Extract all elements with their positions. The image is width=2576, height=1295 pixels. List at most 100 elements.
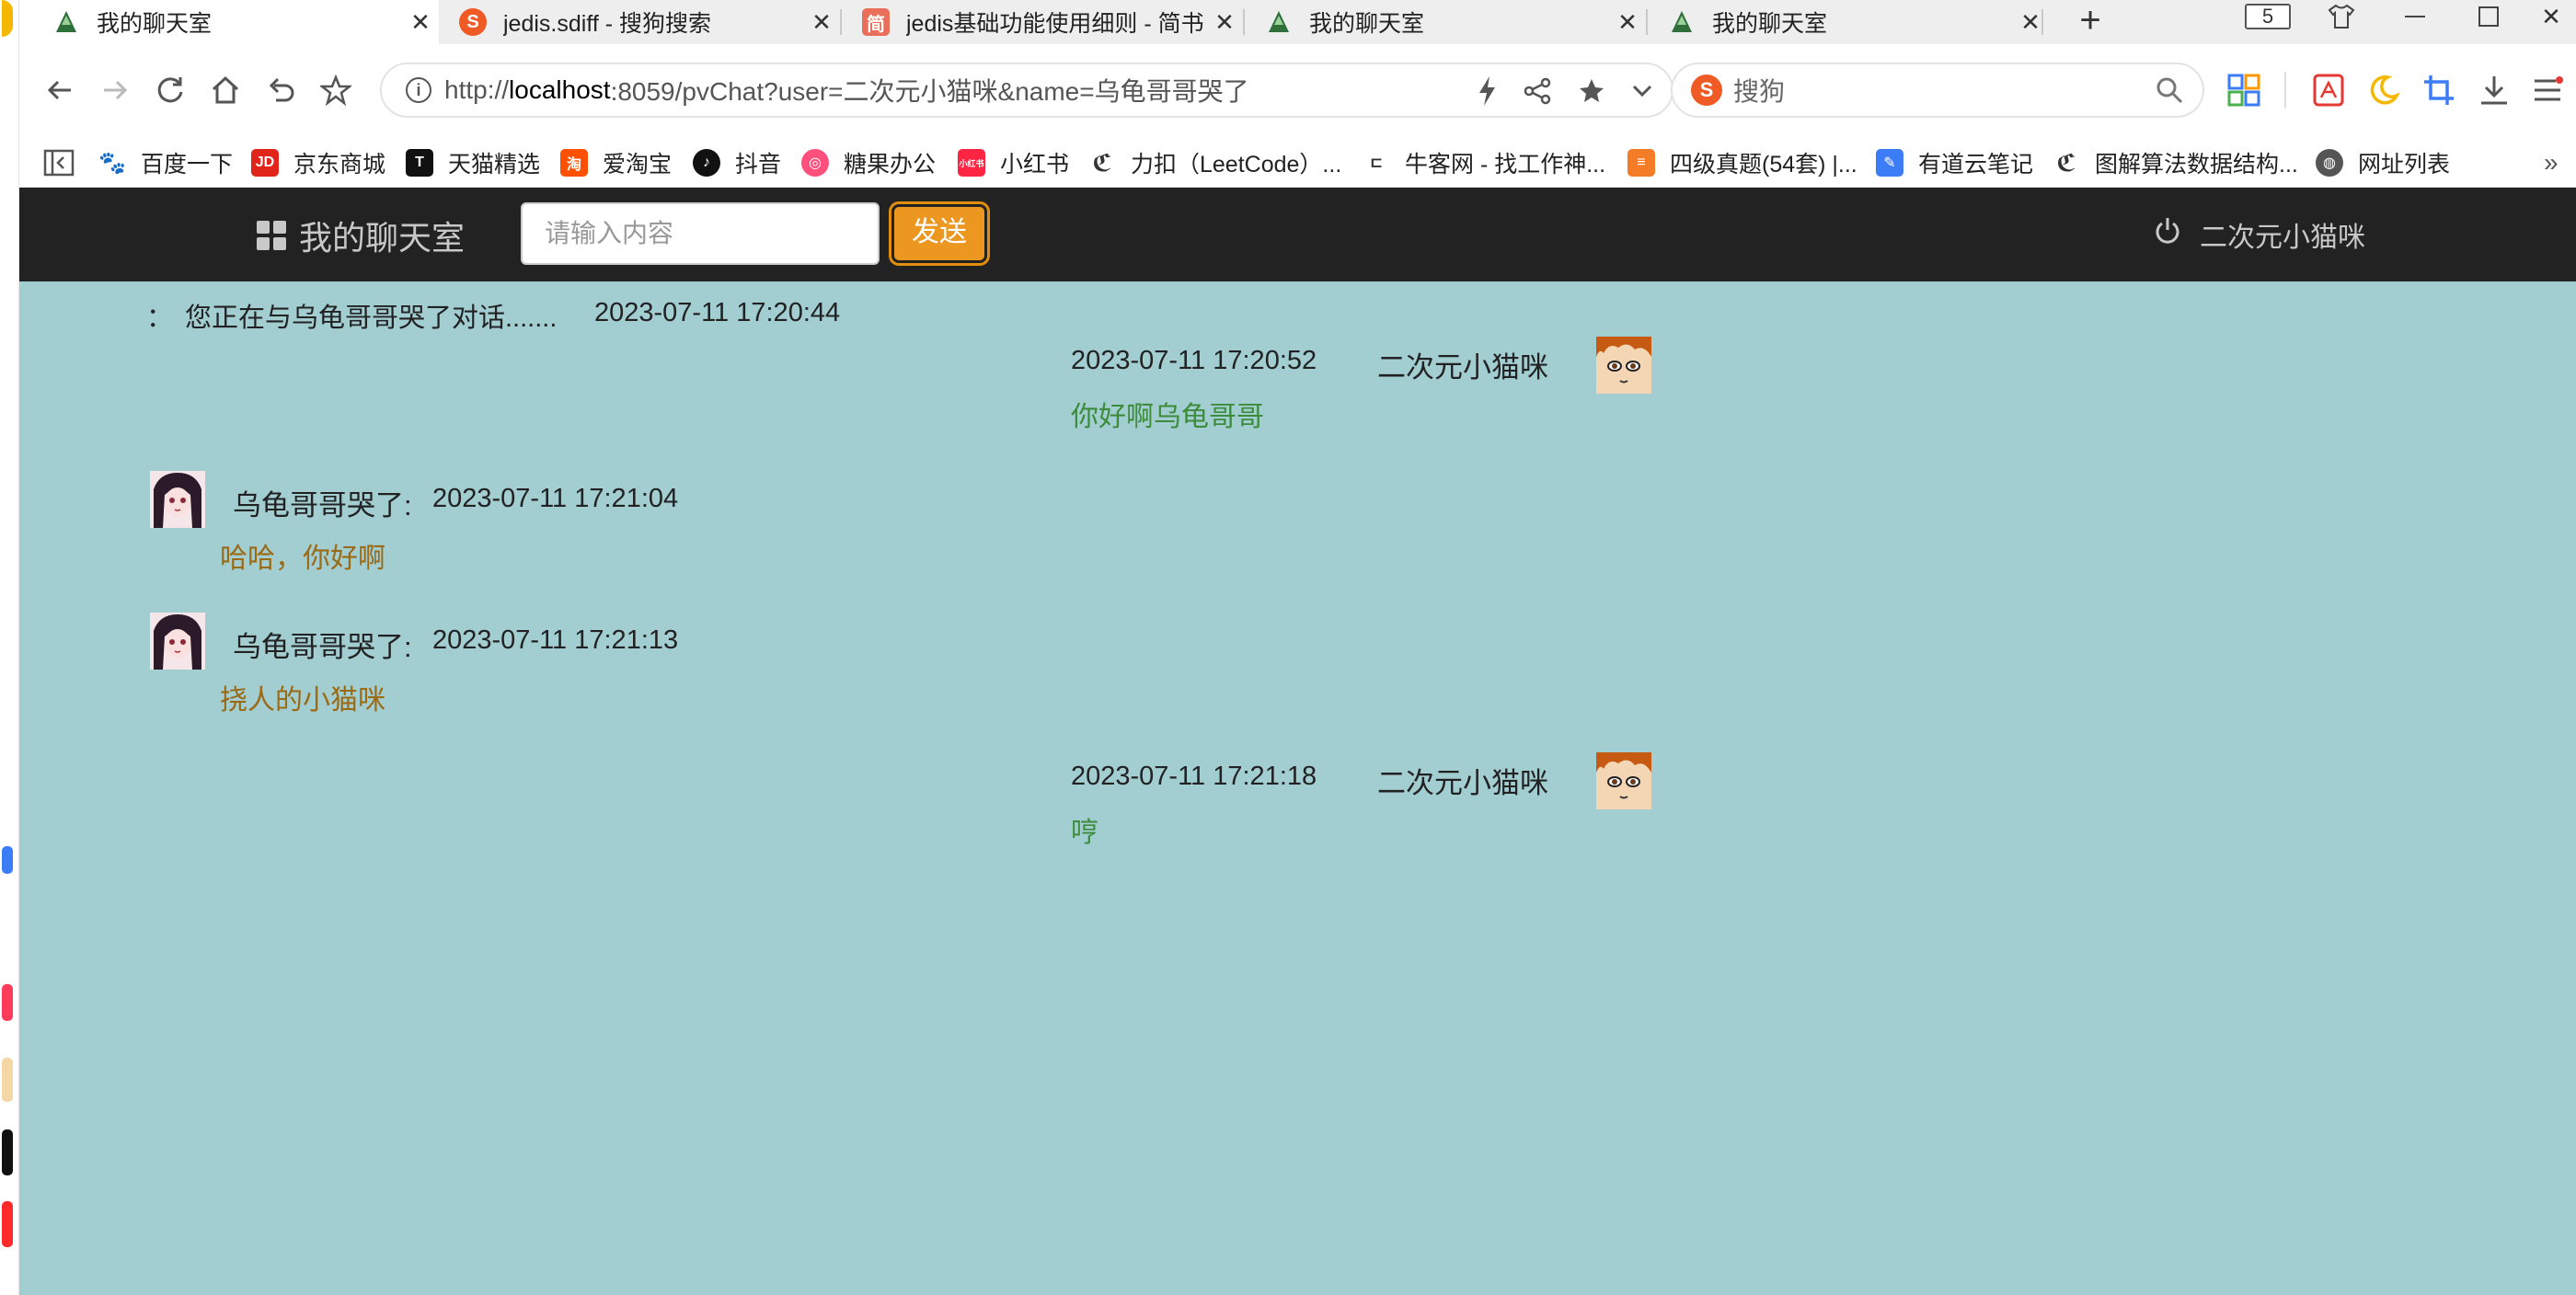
tab-chatroom-3[interactable]: 我的聊天室 ✕	[1648, 0, 2049, 44]
bookmark-label: 牛客网 - 找工作神...	[1405, 152, 1606, 178]
message-sender: 乌龟哥哥哭了:	[233, 631, 412, 663]
bookmark-tmall[interactable]: T 天猫精选	[406, 145, 540, 180]
night-mode-icon[interactable]	[2365, 72, 2402, 109]
apps-grid-icon[interactable]	[2225, 72, 2262, 109]
leetcode-icon: ℭ	[1092, 148, 1112, 177]
avatar	[1596, 752, 1651, 809]
favorite-star-icon[interactable]	[316, 70, 356, 110]
sogou-logo-icon: S	[1691, 74, 1722, 106]
avatar	[150, 471, 205, 528]
tab-jianshu[interactable]: 简 jedis基础功能使用细则 - 简书 ✕	[842, 0, 1243, 44]
crop-screenshot-icon[interactable]	[2421, 72, 2457, 109]
reload-icon[interactable]	[150, 70, 190, 110]
tab-title: 我的聊天室	[97, 11, 213, 37]
tab-count: 5	[2245, 4, 2291, 29]
bookmark-label: 百度一下	[141, 152, 234, 178]
bookmark-candy[interactable]: ◎ 糖果办公	[801, 145, 936, 180]
bookmark-taobao[interactable]: 淘 爱淘宝	[560, 145, 672, 180]
tmall-icon: T	[406, 149, 433, 177]
forward-icon[interactable]	[95, 70, 135, 110]
browser-toolbar: i http://localhost:8059/pvChat?user=二次元小…	[19, 44, 2576, 138]
chevron-down-icon[interactable]	[1631, 75, 1653, 113]
power-icon	[2154, 216, 2181, 253]
jianshu-favicon-icon: 简	[862, 8, 890, 36]
tab-chatroom-1[interactable]: 我的聊天室 ✕	[19, 0, 439, 44]
close-window-icon[interactable]: ✕	[2524, 0, 2576, 33]
sogou-favicon-icon: S	[459, 8, 487, 36]
current-user-name: 二次元小猫咪	[2200, 223, 2365, 253]
baidu-icon: 🐾	[98, 150, 126, 176]
bookmark-label: 力扣（LeetCode）...	[1131, 152, 1342, 178]
tab-count-button[interactable]: 5	[2240, 0, 2295, 33]
bookmark-label: 京东商城	[293, 152, 386, 178]
send-button[interactable]: 发送	[889, 201, 990, 266]
new-tab-button[interactable]: +	[2067, 0, 2113, 44]
system-time-text: 2023-07-11 17:20:44	[594, 298, 841, 327]
menu-icon[interactable]	[2529, 72, 2566, 109]
system-prefix: ：	[146, 304, 174, 333]
site-info-icon[interactable]: i	[406, 77, 431, 103]
leaf-favicon-icon	[1668, 8, 1696, 36]
close-icon[interactable]: ✕	[803, 8, 840, 37]
address-bar[interactable]: i http://localhost:8059/pvChat?user=二次元小…	[380, 63, 1673, 118]
user-menu[interactable]: 二次元小猫咪	[2154, 213, 2365, 256]
bookmark-douyin[interactable]: ♪ 抖音	[693, 145, 781, 180]
minimize-icon[interactable]	[2387, 0, 2443, 33]
tab-sogou-search[interactable]: S jedis.sdiff - 搜狗搜索 ✕	[439, 0, 840, 44]
more-bookmarks-icon[interactable]: »	[2544, 145, 2559, 180]
message-text: 你好啊乌龟哥哥	[1071, 402, 1264, 432]
bookmark-url-list[interactable]: ◍ 网址列表	[2316, 145, 2450, 180]
chat-page: 我的聊天室 请输入内容 发送 二次元小猫咪 ： 您正在与乌龟哥哥哭了对话....…	[19, 188, 2576, 1295]
bookmarks-toggle-icon[interactable]	[43, 145, 75, 180]
bookmark-algorithms[interactable]: ℭ 图解算法数据结构...	[2053, 145, 2297, 180]
bookmark-nowcoder[interactable]: ㄷ 牛客网 - 找工作神...	[1363, 145, 1605, 180]
douyin-icon: ♪	[693, 149, 720, 177]
bookmark-youdao[interactable]: ✎ 有道云笔记	[1876, 145, 2033, 180]
tab-divider	[2041, 9, 2043, 35]
message-text: 哼	[1071, 818, 1098, 848]
bookmark-label: 网址列表	[2358, 152, 2451, 178]
search-box[interactable]: S 搜狗	[1671, 63, 2204, 118]
message-input[interactable]: 请输入内容	[521, 202, 880, 265]
skin-icon[interactable]	[2314, 0, 2369, 33]
bookmark-leetcode[interactable]: ℭ 力扣（LeetCode）...	[1088, 145, 1341, 180]
maximize-icon[interactable]	[2461, 0, 2516, 33]
brand-title: 我的聊天室	[299, 219, 466, 257]
bookmark-label: 抖音	[735, 152, 782, 178]
pdf-icon[interactable]	[2310, 72, 2347, 109]
close-icon[interactable]: ✕	[1206, 8, 1243, 37]
bookmark-jd[interactable]: JD 京东商城	[251, 145, 385, 180]
nowcoder-icon: ㄷ	[1368, 155, 1385, 173]
message-sender: 二次元小猫咪	[1377, 767, 1548, 799]
bookmark-label: 小红书	[1000, 152, 1070, 178]
bookmark-xiaohongshu[interactable]: 小红书 小红书	[958, 145, 1069, 180]
grid-icon	[257, 221, 286, 250]
xiaohongshu-icon: 小红书	[958, 149, 985, 177]
back-icon[interactable]	[40, 70, 80, 110]
globe-icon: ◍	[2316, 149, 2343, 177]
share-icon[interactable]	[1523, 75, 1552, 113]
toolbar-divider	[2284, 72, 2286, 109]
address-actions	[1477, 75, 1653, 113]
tab-chatroom-2[interactable]: 我的聊天室 ✕	[1245, 0, 1646, 44]
bookmark-star-icon[interactable]	[1578, 75, 1605, 113]
home-icon[interactable]	[205, 70, 246, 110]
close-icon[interactable]: ✕	[1609, 8, 1646, 37]
brand[interactable]: 我的聊天室	[257, 215, 466, 257]
close-icon[interactable]: ✕	[402, 8, 439, 37]
bookmark-baidu[interactable]: 🐾 百度一下	[98, 145, 233, 180]
lightning-icon[interactable]	[1477, 75, 1497, 113]
undo-close-icon[interactable]	[260, 70, 301, 110]
desktop-edge-strip	[0, 0, 19, 1295]
bookmark-cet4[interactable]: ≡ 四级真题(54套) |...	[1627, 145, 1857, 180]
taobao-icon: 淘	[560, 149, 588, 177]
browser-tab-bar: 我的聊天室 ✕ S jedis.sdiff - 搜狗搜索 ✕ 简 jedis基础…	[19, 0, 2576, 44]
message-text: 哈哈，你好啊	[220, 544, 385, 574]
message-time: 2023-07-11 17:21:13	[432, 625, 679, 655]
leaf-favicon-icon	[52, 8, 80, 36]
tab-title: 我的聊天室	[1712, 11, 1828, 37]
url-path: :8059/pvChat?user=二次元小猫咪&name=乌龟哥哥哭了	[610, 77, 1249, 106]
search-icon[interactable]	[2155, 75, 2184, 111]
download-icon[interactable]	[2476, 72, 2513, 109]
close-icon[interactable]: ✕	[2012, 8, 2049, 37]
